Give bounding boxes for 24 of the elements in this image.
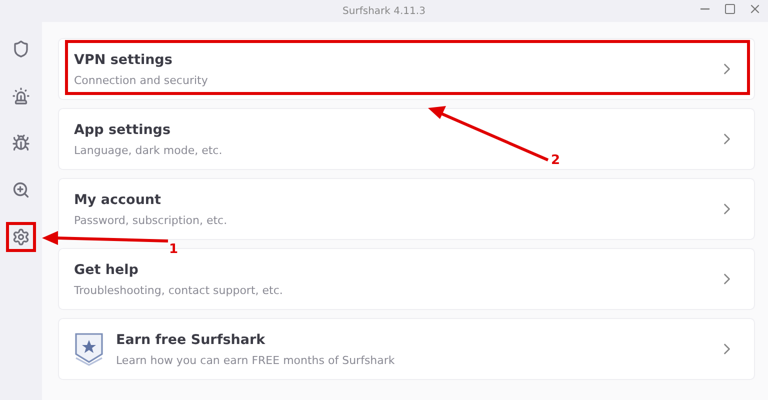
card-subtitle: Connection and security xyxy=(74,74,209,86)
search-icon xyxy=(12,181,30,199)
maximize-icon[interactable] xyxy=(724,3,736,15)
card-title: Earn free Surfshark xyxy=(116,332,266,348)
sidebar-button[interactable] xyxy=(6,222,36,252)
window-title: Surfshark 4.11.3 xyxy=(342,6,426,16)
settings-card[interactable]: VPN settings Connection and security xyxy=(58,38,755,100)
card-title: VPN settings xyxy=(74,52,174,68)
card-title: My account xyxy=(74,192,162,208)
card-subtitle: Troubleshooting, contact support, etc. xyxy=(74,284,284,296)
close-icon[interactable] xyxy=(748,2,762,16)
card-subtitle: Language, dark mode, etc. xyxy=(74,144,224,156)
settings-card[interactable]: Earn free Surfshark Learn how you can earn FREE months of Surfshark xyxy=(58,318,755,380)
settings-icon xyxy=(12,228,30,246)
card-subtitle: Learn how you can earn FREE months of Surfshark xyxy=(116,354,396,366)
star-badge-icon xyxy=(74,332,104,366)
card-title: Get help xyxy=(74,262,140,278)
bug-icon xyxy=(12,134,30,152)
settings-card[interactable]: My account Password, subscription, etc. xyxy=(58,178,755,240)
annotation-number: 2 xyxy=(551,153,560,168)
card-title: App settings xyxy=(74,122,172,138)
card-subtitle: Password, subscription, etc. xyxy=(74,214,228,226)
shield-icon xyxy=(12,40,30,58)
alarm-icon xyxy=(12,87,30,105)
